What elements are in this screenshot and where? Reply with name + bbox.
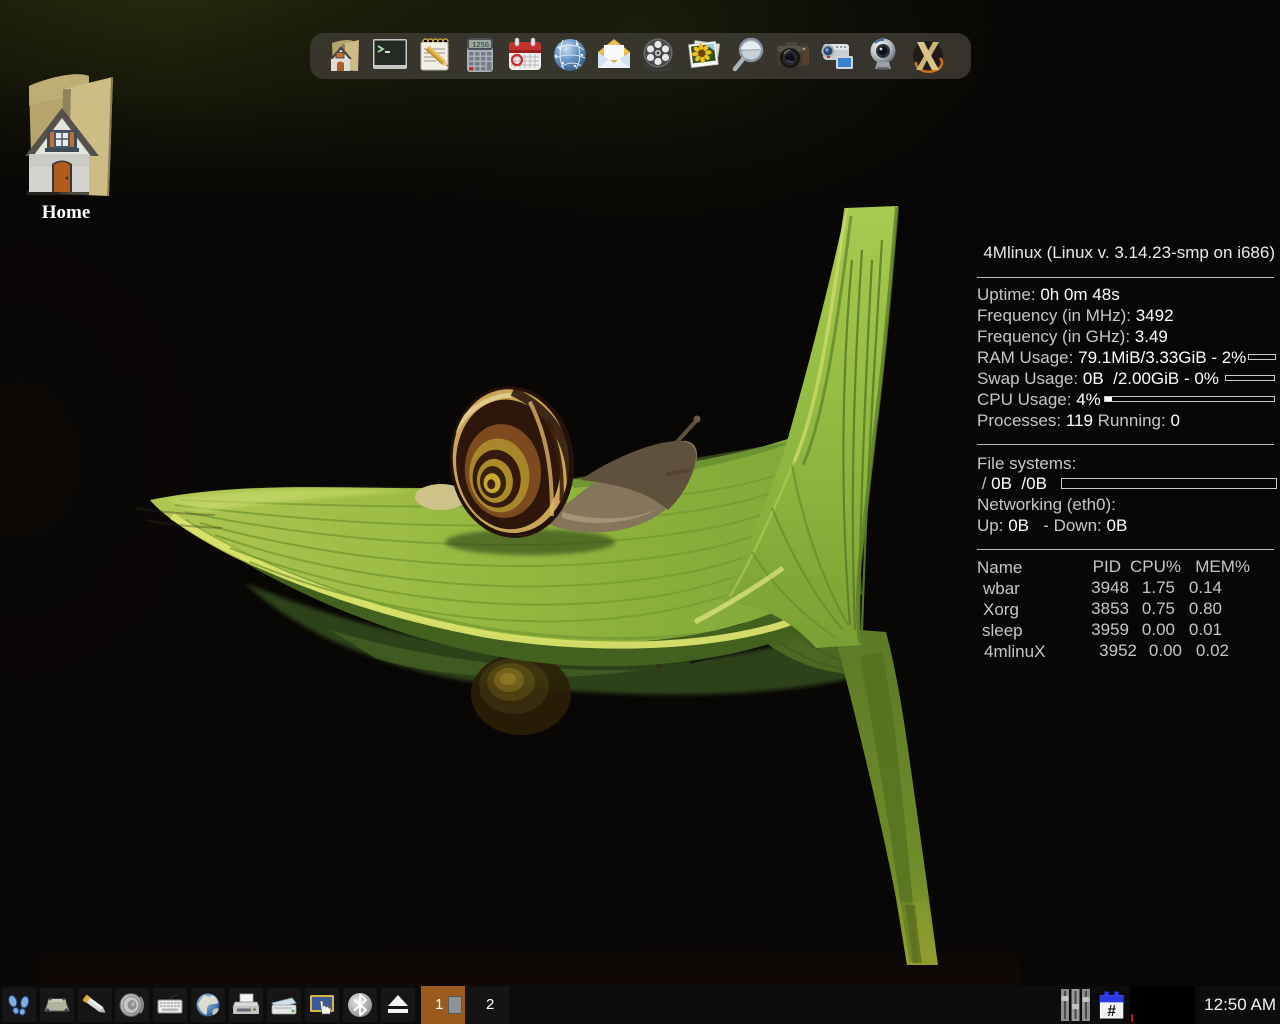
svg-text:125G: 125G — [472, 42, 489, 50]
svg-text:#: # — [1107, 1003, 1116, 1020]
